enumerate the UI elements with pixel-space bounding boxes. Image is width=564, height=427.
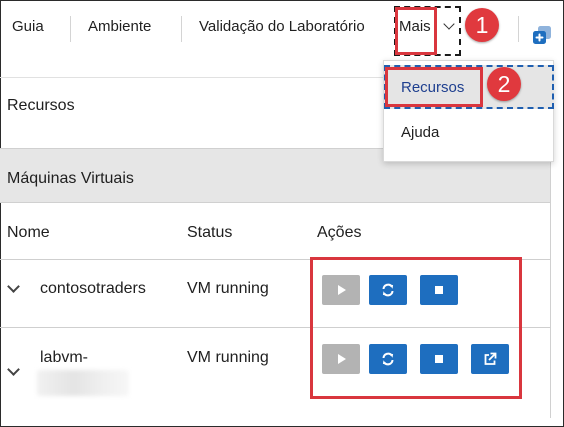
actions-annotation-box <box>310 257 522 399</box>
vm-name: labvm- <box>40 349 89 366</box>
redacted-name-blur <box>37 370 129 396</box>
vm-panel-title: Máquinas Virtuais <box>7 170 134 187</box>
vm-status: VM running <box>187 280 269 297</box>
column-header-status: Status <box>187 224 233 241</box>
mais-annotation-box <box>395 7 437 55</box>
nav-divider <box>70 16 71 42</box>
menu-item-ajuda[interactable]: Ajuda <box>401 124 439 141</box>
nav-divider <box>181 16 182 42</box>
callout-badge-1: 1 <box>465 8 499 42</box>
vm-name: contosotraders <box>40 280 146 297</box>
nav-guia[interactable]: Guia <box>12 18 44 35</box>
section-title: Recursos <box>7 97 75 114</box>
nav-divider <box>518 16 519 42</box>
recursos-annotation-box <box>385 67 483 107</box>
copy-window-icon[interactable] <box>531 24 553 46</box>
column-header-name: Nome <box>7 224 50 241</box>
vm-status: VM running <box>187 349 269 366</box>
column-header-actions: Ações <box>317 224 362 241</box>
nav-validacao[interactable]: Validação do Laboratório <box>199 18 365 35</box>
callout-badge-2: 2 <box>487 67 521 101</box>
nav-ambiente[interactable]: Ambiente <box>88 18 151 35</box>
